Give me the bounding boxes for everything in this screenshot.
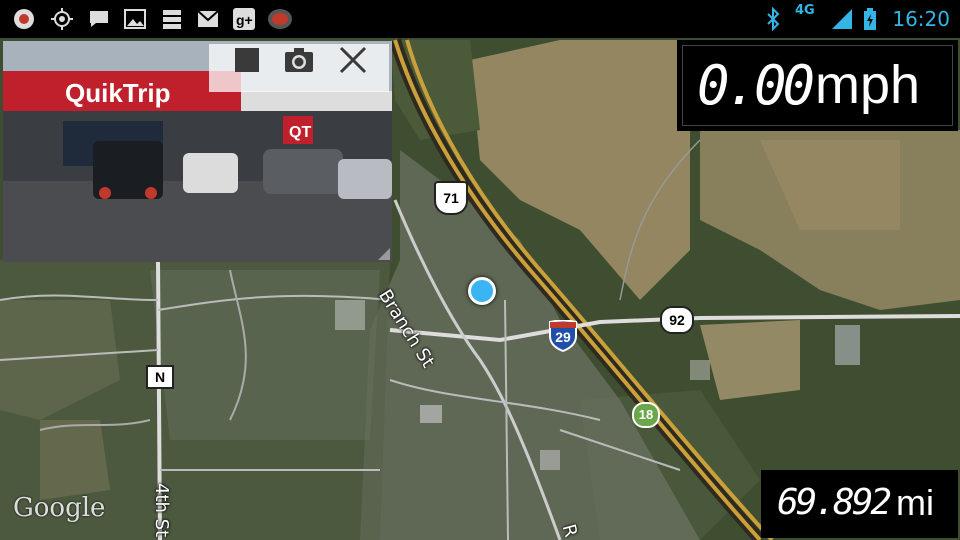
store-sign: QuikTrip (65, 78, 170, 108)
app-icon (268, 9, 292, 29)
speed-unit: mph (815, 55, 921, 115)
gps-icon (51, 8, 73, 30)
bluetooth-icon (767, 7, 780, 31)
camera-toolbar (209, 44, 389, 92)
shield-route-18: 18 (632, 402, 660, 428)
shield-us-71: 71 (434, 181, 468, 215)
stop-icon[interactable] (231, 44, 263, 76)
store-logo: QT (289, 124, 311, 141)
gmail-icon (197, 10, 219, 27)
speed-value: 0.00 (697, 54, 815, 117)
odometer: 69.892 mi (761, 470, 958, 538)
clock: 16:20 (892, 7, 950, 31)
status-bar: g+ 4G 16:20 (0, 0, 960, 38)
resize-handle[interactable] (378, 248, 390, 260)
distance-unit: mi (896, 482, 934, 523)
shield-interstate-29: 29 (548, 320, 578, 352)
current-location-dot (468, 277, 496, 305)
signal-icon (832, 9, 852, 29)
speedometer: 0.00 mph (677, 40, 958, 131)
network-icon: 4G (795, 3, 815, 18)
record-icon (14, 9, 34, 29)
shield-route-92: 92 (660, 306, 694, 334)
shield-interstate-29-label: 29 (555, 329, 571, 345)
google-plus-icon: g+ (233, 8, 255, 30)
camera-icon[interactable] (283, 44, 315, 76)
battery-charging-icon (864, 8, 876, 30)
google-logo: Google (13, 493, 106, 523)
chat-icon (90, 11, 108, 27)
close-icon[interactable] (337, 44, 369, 76)
road-label-4th-st: 4th St (151, 483, 172, 538)
distance-value: 69.892 (777, 482, 892, 523)
storage-icon (163, 10, 181, 29)
shield-n: N (146, 365, 174, 389)
camera-preview[interactable]: QT QuikTrip (3, 41, 392, 262)
gallery-icon (124, 9, 146, 29)
svg-text:g+: g+ (236, 12, 253, 28)
